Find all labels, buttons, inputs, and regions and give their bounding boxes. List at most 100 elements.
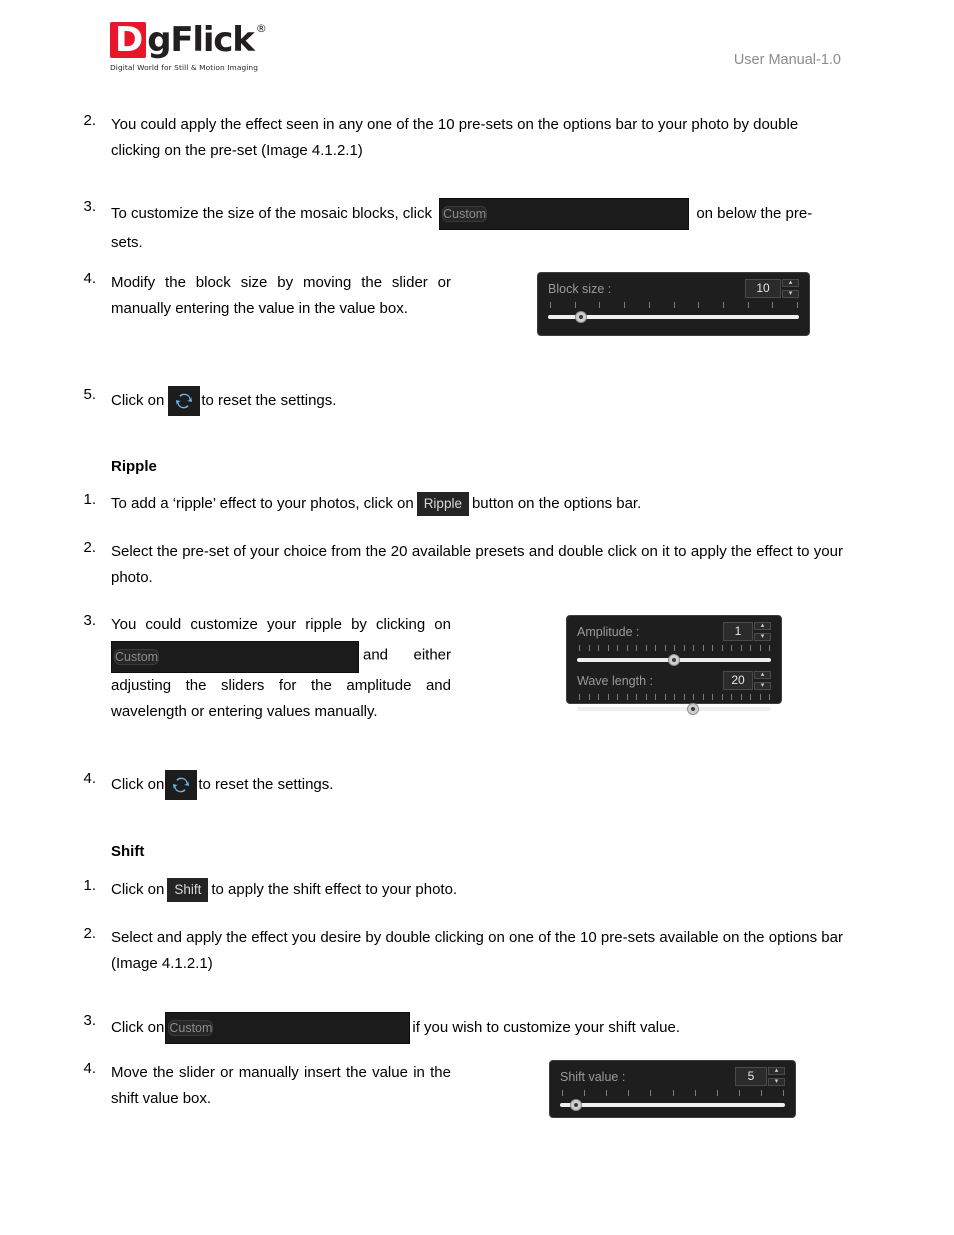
tick-mark — [674, 694, 675, 700]
reset-refresh-icon[interactable] — [165, 770, 198, 800]
spin-up-icon[interactable]: ▴ — [754, 671, 771, 679]
block-size-spin-arrows[interactable]: ▴ ▾ — [782, 279, 799, 298]
list-number: 2. — [83, 112, 96, 129]
block-size-value[interactable]: 10 — [745, 279, 781, 298]
tick-mark — [674, 645, 675, 651]
tick-mark — [624, 302, 626, 308]
list-item-text: Click on Custom if you wish to customize… — [111, 1012, 843, 1044]
slider-knob[interactable] — [569, 1099, 582, 1111]
list-number: 4. — [83, 1060, 96, 1077]
tick-mark — [759, 694, 761, 700]
list-item-text-after: if you wish to customize your shift valu… — [412, 1018, 680, 1036]
tick-mark — [607, 645, 609, 651]
spin-up-icon[interactable]: ▴ — [768, 1067, 785, 1075]
spin-down-icon[interactable]: ▾ — [768, 1078, 785, 1086]
logo-wordmark: DgFlick ® — [110, 22, 370, 60]
amplitude-spin-arrows[interactable]: ▴ ▾ — [754, 622, 771, 641]
registered-trademark-icon: ® — [255, 22, 267, 35]
spin-up-icon[interactable]: ▴ — [782, 279, 799, 287]
shift-value-ticks — [562, 1090, 784, 1097]
list-item-text: Click on to reset the settings. — [111, 770, 611, 800]
custom-button-ripple[interactable]: Custom — [111, 641, 359, 673]
list-number: 3. — [83, 1012, 96, 1029]
tick-mark — [588, 645, 590, 651]
wavelength-slider[interactable] — [577, 703, 771, 715]
amplitude-label: Amplitude : — [577, 625, 640, 639]
slider-knob[interactable] — [687, 703, 700, 715]
spin-up-icon[interactable]: ▴ — [754, 622, 771, 630]
shift-value-stepper[interactable]: 5 ▴ ▾ — [735, 1067, 785, 1086]
shift-value-panel[interactable]: Shift value : 5 ▴ ▾ — [549, 1060, 796, 1118]
list-number: 3. — [83, 612, 96, 629]
list-number: 4. — [83, 770, 96, 787]
list-item-text-after: to apply the shift effect to your photo. — [211, 881, 458, 898]
section-heading-ripple: Ripple — [111, 458, 157, 475]
custom-button-mosaic[interactable]: Custom — [439, 198, 690, 230]
tick-mark — [636, 645, 637, 651]
shift-value-spin-arrows[interactable]: ▴ ▾ — [768, 1067, 785, 1086]
wavelength-spin-arrows[interactable]: ▴ ▾ — [754, 671, 771, 690]
slider-track[interactable] — [577, 707, 771, 711]
tick-mark — [574, 302, 576, 308]
tick-mark — [740, 645, 742, 651]
amplitude-slider[interactable] — [577, 654, 771, 666]
list-item-text-before: To add a ‘ripple’ effect to your photos,… — [111, 495, 414, 512]
shift-value-value[interactable]: 5 — [735, 1067, 767, 1086]
list-item-text-before: Click on — [111, 1018, 165, 1036]
list-item-text: Select and apply the effect you desire b… — [111, 929, 843, 972]
list-item-text-before: Click on — [111, 391, 165, 409]
amplitude-value[interactable]: 1 — [723, 622, 753, 641]
list-number: 1. — [83, 877, 96, 894]
list-item-text-after: to reset the settings. — [201, 391, 337, 409]
block-size-slider[interactable] — [548, 311, 799, 323]
block-size-label: Block size : — [548, 282, 612, 296]
page-header: DgFlick ® Digital World for Still & Motio… — [0, 0, 954, 95]
tick-mark — [740, 694, 742, 700]
amplitude-ticks — [579, 645, 770, 652]
block-size-panel[interactable]: Block size : 10 ▴ ▾ — [537, 272, 810, 336]
tick-mark — [598, 694, 599, 700]
list-item-text: Modify the block size by moving the slid… — [111, 274, 451, 317]
shift-button[interactable]: Shift — [167, 878, 209, 903]
amplitude-row: Amplitude : 1 ▴ ▾ — [577, 622, 771, 641]
shift-value-slider[interactable] — [560, 1099, 785, 1111]
tick-mark — [783, 1090, 784, 1096]
custom-button-label: Custom — [114, 649, 160, 665]
tick-mark — [702, 645, 704, 651]
wavelength-stepper[interactable]: 20 ▴ ▾ — [723, 671, 771, 690]
reset-refresh-icon[interactable] — [168, 386, 201, 416]
list-item-text-after: button on the options bar. — [471, 495, 642, 512]
tick-mark — [588, 694, 590, 700]
spin-down-icon[interactable]: ▾ — [754, 633, 771, 641]
tick-mark — [645, 694, 647, 700]
block-size-stepper[interactable]: 10 ▴ ▾ — [745, 279, 799, 298]
slider-knob[interactable] — [574, 311, 587, 323]
tick-mark — [702, 694, 704, 700]
ripple-button[interactable]: Ripple — [416, 492, 469, 517]
list-item-text: Click on to reset the settings. — [111, 386, 611, 416]
list-item-text: To customize the size of the mosaic bloc… — [111, 198, 843, 256]
tick-mark — [628, 1090, 630, 1096]
list-item-text: You could apply the effect seen in any o… — [111, 116, 799, 159]
refresh-arrows-icon — [173, 777, 190, 793]
section-heading-shift: Shift — [111, 843, 145, 860]
list-item-text: Move the slider or manually insert the v… — [111, 1064, 451, 1107]
slider-track[interactable] — [560, 1103, 785, 1107]
spin-down-icon[interactable]: ▾ — [754, 682, 771, 690]
tick-mark — [626, 645, 628, 651]
tick-mark — [579, 694, 580, 700]
wavelength-value[interactable]: 20 — [723, 671, 753, 690]
tick-mark — [683, 645, 685, 651]
ripple-settings-panel[interactable]: Amplitude : 1 ▴ ▾ Wave length : 20 ▴ ▾ — [566, 615, 782, 715]
tick-mark — [731, 645, 732, 651]
amplitude-stepper[interactable]: 1 ▴ ▾ — [723, 622, 771, 641]
tick-mark — [750, 694, 751, 700]
block-size-ticks — [550, 302, 798, 309]
tick-mark — [655, 645, 656, 651]
tick-mark — [648, 302, 650, 308]
spin-down-icon[interactable]: ▾ — [782, 290, 799, 298]
custom-button-shift[interactable]: Custom — [165, 1012, 411, 1044]
tick-mark — [738, 1090, 740, 1096]
slider-knob[interactable] — [668, 654, 680, 666]
tick-mark — [712, 694, 713, 700]
